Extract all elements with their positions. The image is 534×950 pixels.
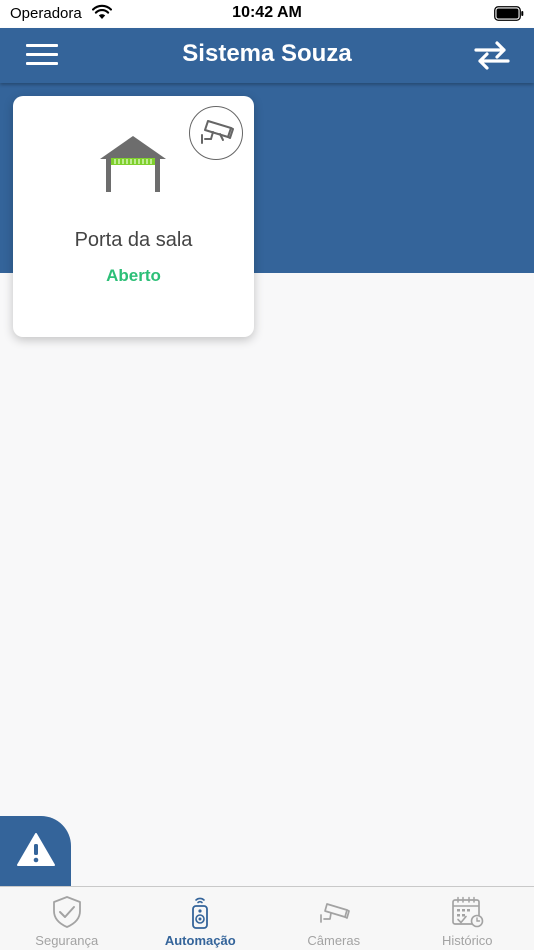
security-camera-icon (201, 120, 234, 144)
tab-label: Segurança (35, 933, 99, 948)
tab-automacao[interactable]: Automação (134, 887, 268, 950)
panic-alert-button[interactable] (0, 816, 71, 888)
tab-label: Histórico (441, 933, 493, 948)
device-status: Aberto (106, 266, 161, 285)
page-title: Sistema Souza (182, 40, 352, 67)
battery-icon (494, 6, 524, 21)
clock: 10:42 AM (232, 4, 302, 21)
tab-historico[interactable]: Histórico (401, 887, 534, 950)
remote-control-icon (192, 897, 209, 929)
status-bar: Operadora 10:42 AM (0, 0, 534, 28)
warning-icon (17, 833, 55, 866)
tab-bar: Segurança Automação Câmeras Histórico (0, 886, 534, 950)
tab-cameras[interactable]: Câmeras (267, 887, 401, 950)
security-camera-icon (319, 903, 350, 923)
camera-badge[interactable] (189, 106, 243, 160)
garage-door-icon (100, 136, 166, 192)
calendar-history-icon (452, 896, 484, 928)
device-name: Porta da sala (74, 229, 193, 251)
tab-label: Câmeras (307, 933, 361, 948)
switch-system-button[interactable] (472, 40, 512, 70)
device-card[interactable]: Porta da sala Aberto (13, 96, 254, 337)
shield-check-icon (52, 896, 81, 928)
navigation-bar: Sistema Souza (0, 28, 534, 83)
tab-label: Automação (164, 933, 236, 948)
tab-seguranca[interactable]: Segurança (0, 887, 134, 950)
swap-arrows-icon (474, 41, 510, 70)
